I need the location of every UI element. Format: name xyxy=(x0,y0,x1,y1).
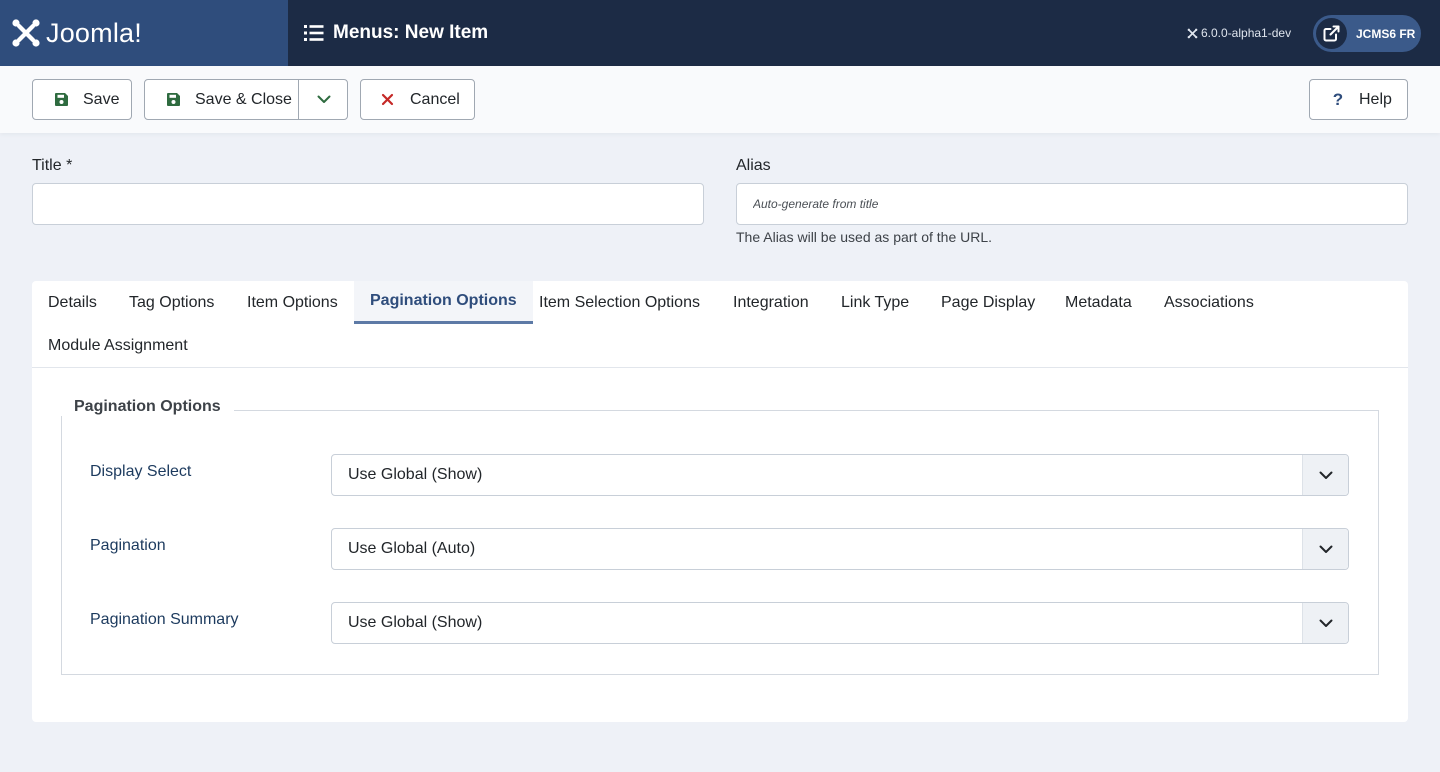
save-label: Save xyxy=(83,90,120,108)
tab-details[interactable]: Details xyxy=(48,281,97,324)
save-options-dropdown[interactable] xyxy=(299,80,348,119)
tab-list: Details Tag Options Item Options Paginat… xyxy=(32,281,1408,368)
pagination-label: Pagination xyxy=(90,537,166,554)
tab-module-assignment[interactable]: Module Assignment xyxy=(48,324,188,367)
tab-link-type[interactable]: Link Type xyxy=(841,281,909,324)
save-close-label: Save & Close xyxy=(195,90,292,108)
toolbar: Save Save & Close Cancel ? Help xyxy=(0,66,1440,133)
save-button[interactable]: Save xyxy=(32,79,132,120)
chevron-down-icon xyxy=(1302,603,1348,643)
version-info: 6.0.0-alpha1-dev xyxy=(1187,0,1291,66)
chevron-down-icon xyxy=(1302,455,1348,495)
site-link-button[interactable]: JCMS6 FR xyxy=(1313,15,1421,52)
admin-header: Joomla! Menus: New Item 6.0.0-alpha1-dev xyxy=(0,0,1440,66)
list-icon xyxy=(304,25,324,41)
alias-label: Alias xyxy=(736,157,771,174)
display-select-dropdown[interactable]: Use Global (Show) xyxy=(331,454,1349,496)
tab-page-display[interactable]: Page Display xyxy=(941,281,1035,324)
tab-associations[interactable]: Associations xyxy=(1164,281,1254,324)
help-label: Help xyxy=(1359,90,1392,108)
tab-integration[interactable]: Integration xyxy=(733,281,809,324)
pagination-value: Use Global (Auto) xyxy=(348,540,476,557)
alias-help-text: The Alias will be used as part of the UR… xyxy=(736,229,993,245)
tab-item-selection-options[interactable]: Item Selection Options xyxy=(539,281,700,324)
version-text: 6.0.0-alpha1-dev xyxy=(1201,26,1292,40)
pagination-summary-dropdown[interactable]: Use Global (Show) xyxy=(331,602,1349,644)
question-icon: ? xyxy=(1332,89,1344,109)
page-title-area: Menus: New Item xyxy=(304,0,488,66)
site-name: JCMS6 FR xyxy=(1356,26,1416,41)
logo[interactable]: Joomla! xyxy=(0,0,288,66)
pagination-summary-label: Pagination Summary xyxy=(90,611,239,628)
chevron-down-icon xyxy=(317,95,330,103)
close-icon xyxy=(377,93,397,106)
pagination-dropdown[interactable]: Use Global (Auto) xyxy=(331,528,1349,570)
tabs-panel: Details Tag Options Item Options Paginat… xyxy=(32,281,1408,722)
alias-input[interactable] xyxy=(736,183,1408,225)
cancel-button[interactable]: Cancel xyxy=(360,79,475,120)
joomla-logo-icon xyxy=(12,19,40,47)
tab-item-options[interactable]: Item Options xyxy=(247,281,338,324)
cancel-label: Cancel xyxy=(410,90,460,108)
save-close-button[interactable]: Save & Close xyxy=(144,79,348,120)
tab-pagination-options[interactable]: Pagination Options xyxy=(354,281,533,324)
tab-metadata[interactable]: Metadata xyxy=(1065,281,1132,324)
chevron-down-icon xyxy=(1302,529,1348,569)
save-icon xyxy=(163,92,183,107)
display-select-value: Use Global (Show) xyxy=(348,466,483,483)
help-button[interactable]: ? Help xyxy=(1309,79,1408,120)
tab-tag-options[interactable]: Tag Options xyxy=(129,281,214,324)
save-icon xyxy=(51,92,71,107)
joomla-small-icon xyxy=(1187,28,1198,38)
title-label: Title * xyxy=(32,157,73,174)
fieldset-legend: Pagination Options xyxy=(61,398,234,416)
display-select-label: Display Select xyxy=(90,463,192,480)
page-title: Menus: New Item xyxy=(333,22,489,43)
pagination-summary-value: Use Global (Show) xyxy=(348,614,483,631)
title-input[interactable] xyxy=(32,183,704,225)
logo-text: Joomla! xyxy=(46,17,142,48)
external-link-icon xyxy=(1316,18,1347,49)
